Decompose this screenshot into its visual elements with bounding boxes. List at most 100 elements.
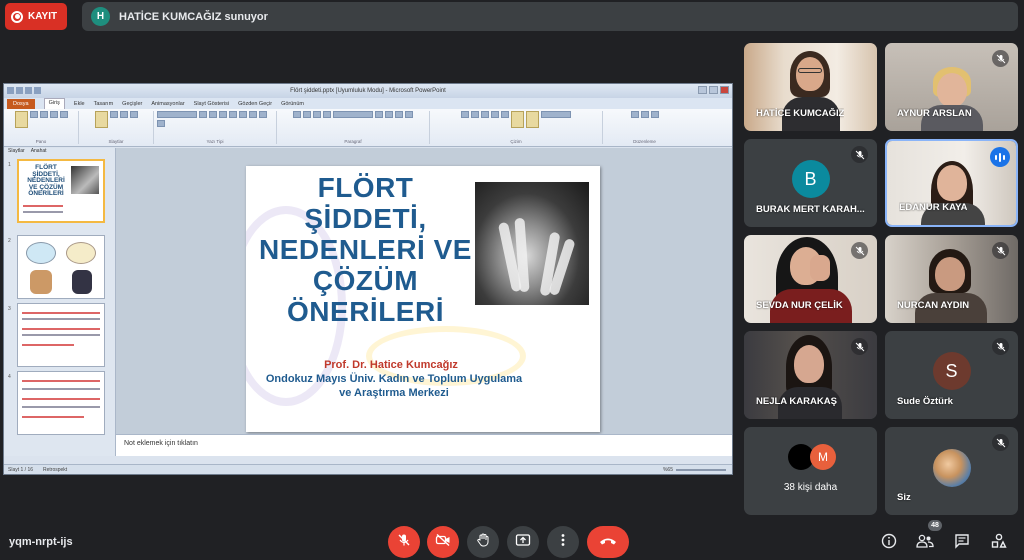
more-participants-label: 38 kişi daha xyxy=(783,482,838,493)
slide-title: FLÖRT ŞİDDETİ, NEDENLERİ VE ÇÖZÜM ÖNERİL… xyxy=(259,172,472,327)
ribbon-group-paragraph: Paragraf xyxy=(280,111,430,144)
chat-button[interactable] xyxy=(952,533,972,553)
slide-photo xyxy=(475,182,589,305)
hand-icon xyxy=(476,533,490,552)
participant-name: Siz xyxy=(897,492,911,503)
tab-review: Gözden Geçir xyxy=(238,100,273,107)
recording-label: KAYIT xyxy=(28,11,58,22)
self-tile[interactable]: Siz xyxy=(885,427,1018,515)
participant-name: BURAK MERT KARAH... xyxy=(756,204,865,215)
participant-tile[interactable]: AYNUR ARSLAN xyxy=(885,43,1018,131)
people-icon xyxy=(916,534,934,553)
activities-button[interactable] xyxy=(989,533,1009,553)
slide-editor: FLÖRT ŞİDDETİ, NEDENLERİ VE ÇÖZÜM ÖNERİL… xyxy=(116,148,732,434)
ribbon-group-slides: Slaytlar xyxy=(82,111,154,144)
window-controls xyxy=(698,86,729,94)
tab-view: Görünüm xyxy=(281,100,305,107)
tab-design: Tasarım xyxy=(93,100,114,107)
ppt-window-title: Flört şiddeti.pptx [Uyumluluk Modu] - Mi… xyxy=(290,88,446,94)
meeting-details-button[interactable] xyxy=(879,533,899,553)
participant-name: EDANUR KAYA xyxy=(899,202,968,213)
ribbon-group-clipboard: Pano xyxy=(7,111,79,144)
participant-tile[interactable]: B BURAK MERT KARAH... xyxy=(744,139,877,227)
participant-tile[interactable]: S Sude Öztürk xyxy=(885,331,1018,419)
raise-hand-button[interactable] xyxy=(467,526,499,558)
mic-off-icon xyxy=(992,50,1009,67)
presenter-avatar: H xyxy=(91,7,110,26)
mic-off-icon xyxy=(851,146,868,163)
ppt-body: Slaytlar Anahat 1 FLÖRT ŞİDDETİ, NEDENLERİ V… xyxy=(4,148,732,456)
mic-off-icon xyxy=(992,434,1009,451)
notes-pane: Not eklemek için tıklatın xyxy=(116,434,732,456)
more-participants-tile[interactable]: M 38 kişi daha xyxy=(744,427,877,515)
slide-author: Prof. Dr. Hatice Kumcağız xyxy=(324,359,458,371)
slide-thumbnail xyxy=(17,235,105,299)
ppt-status-bar: Slayt 1 / 16 Retrospekt %65 xyxy=(4,464,732,474)
activities-icon xyxy=(991,533,1007,554)
mic-off-icon xyxy=(397,533,411,552)
thumb-tab-slides: Slaytlar xyxy=(8,148,25,154)
quick-access-toolbar xyxy=(7,87,41,94)
tab-insert: Ekle xyxy=(73,100,85,107)
people-count-badge: 48 xyxy=(928,520,942,531)
record-icon xyxy=(11,10,23,23)
thumb-tab-outline: Anahat xyxy=(30,148,47,154)
mic-off-icon xyxy=(851,338,868,355)
presenter-banner[interactable]: H HATİCE KUMCAĞIZ sunuyor xyxy=(82,2,1018,31)
participant-name: NURCAN AYDIN xyxy=(897,300,970,311)
participant-avatar: M xyxy=(810,444,836,470)
recording-button[interactable]: KAYIT xyxy=(5,3,67,30)
status-theme: Retrospekt xyxy=(43,466,68,473)
participant-tile[interactable]: NURCAN AYDIN xyxy=(885,235,1018,323)
tab-slideshow: Slayt Gösterisi xyxy=(193,100,230,107)
participant-name: NEJLA KARAKAŞ xyxy=(756,396,837,407)
slide-thumbnail xyxy=(17,303,105,367)
people-button[interactable] xyxy=(915,533,935,553)
speaking-indicator-icon xyxy=(990,147,1010,167)
tab-file: Dosya xyxy=(7,98,35,109)
slide-thumbnails-pane: Slaytlar Anahat 1 FLÖRT ŞİDDETİ, NEDENLERİ V… xyxy=(4,148,116,456)
participant-tile[interactable]: SEVDA NUR ÇELİK xyxy=(744,235,877,323)
status-slide-number: Slayt 1 / 16 xyxy=(8,466,34,473)
meeting-code: yqm-nrpt-ijs xyxy=(9,536,73,548)
slide-thumbnail xyxy=(17,371,105,435)
slide-affiliation: Ondokuz Mayıs Üniv. Kadın ve Toplum Uygu… xyxy=(265,373,523,399)
tab-animations: Animasyonlar xyxy=(151,100,185,107)
self-avatar xyxy=(933,449,971,487)
camera-off-icon xyxy=(435,533,451,552)
mic-off-icon xyxy=(992,338,1009,355)
participant-avatar: S xyxy=(932,352,971,391)
participant-name: AYNUR ARSLAN xyxy=(897,108,972,119)
tab-transitions: Geçişler xyxy=(122,100,143,107)
participant-avatar: B xyxy=(791,160,830,199)
mic-toggle-button[interactable] xyxy=(388,526,420,558)
leave-call-button[interactable] xyxy=(587,526,629,558)
mic-off-icon xyxy=(992,242,1009,259)
participant-tile[interactable]: NEJLA KARAKAŞ xyxy=(744,331,877,419)
participant-name: SEVDA NUR ÇELİK xyxy=(756,300,843,311)
tab-home: Giriş xyxy=(43,98,65,109)
ribbon-group-font: Yazı Tipi xyxy=(157,111,277,144)
participant-tile[interactable]: HATİCE KUMCAĞIZ xyxy=(744,43,877,131)
camera-toggle-button[interactable] xyxy=(427,526,459,558)
participant-name: Sude Öztürk xyxy=(897,396,953,407)
chat-icon xyxy=(954,533,970,554)
ppt-ribbon-tabs: Dosya Giriş Ekle Tasarım Geçişler Animas… xyxy=(4,98,732,109)
mic-off-icon xyxy=(851,242,868,259)
presenter-text: HATİCE KUMCAĞIZ sunuyor xyxy=(119,10,268,23)
slide-thumbnail: FLÖRT ŞİDDETİ, NEDENLERİ VE ÇÖZÜM ÖNERİLERİ xyxy=(17,159,105,223)
more-vert-icon xyxy=(561,533,565,552)
participant-name: HATİCE KUMCAĞIZ xyxy=(756,108,845,119)
info-icon xyxy=(881,533,897,554)
ppt-titlebar: Flört şiddeti.pptx [Uyumluluk Modu] - Mi… xyxy=(4,84,732,98)
more-options-button[interactable] xyxy=(547,526,579,558)
ppt-ribbon: Pano Slaytlar Yazı Tipi Paragraf Çizim D… xyxy=(4,109,732,147)
participant-tile[interactable]: EDANUR KAYA xyxy=(885,139,1018,227)
shared-screen: Flört şiddeti.pptx [Uyumluluk Modu] - Mi… xyxy=(3,83,733,475)
status-zoom: %65 xyxy=(662,467,673,473)
present-button[interactable] xyxy=(507,526,539,558)
ribbon-group-editing: Düzenleme xyxy=(606,111,686,144)
hang-up-icon xyxy=(598,533,618,551)
ribbon-group-drawing: Çizim xyxy=(433,111,603,144)
current-slide: FLÖRT ŞİDDETİ, NEDENLERİ VE ÇÖZÜM ÖNERİL… xyxy=(246,166,600,432)
